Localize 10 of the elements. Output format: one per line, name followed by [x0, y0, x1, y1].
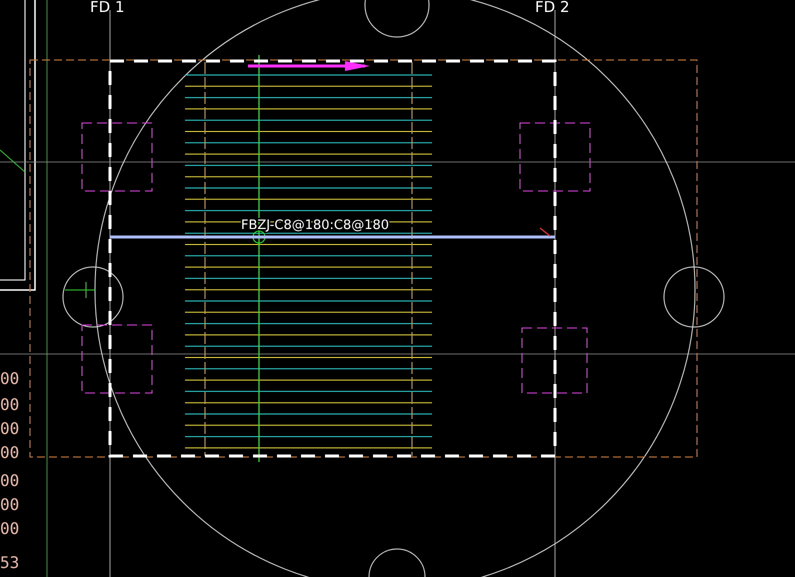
dimension-value: 00	[0, 495, 20, 514]
dimension-value: 00	[0, 471, 20, 490]
dimension-value: 00	[0, 443, 20, 462]
dimension-value: 00	[0, 395, 20, 414]
axis-label: FD 2	[535, 0, 570, 16]
dimension-value: 00	[0, 419, 20, 438]
dimension-value: 00	[0, 369, 20, 388]
dimension-value: 00	[0, 519, 20, 538]
dimension-value: 53	[0, 553, 20, 572]
axis-label: FD 1	[90, 0, 124, 16]
